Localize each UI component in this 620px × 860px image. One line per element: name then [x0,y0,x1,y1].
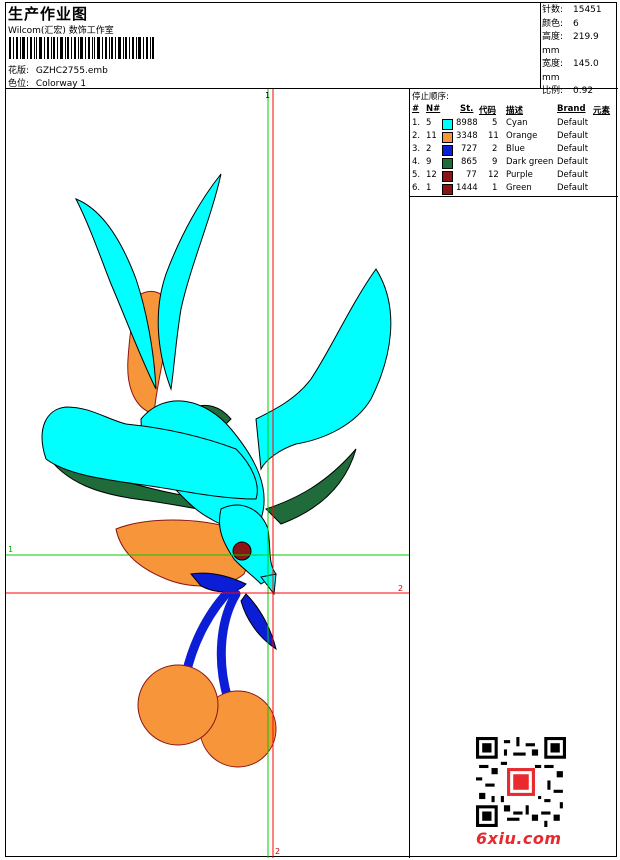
row-needle: 12 [426,170,437,180]
stitches-value: 15451 [573,5,602,15]
row-code: 12 [488,170,499,180]
guide-label-green-v: 1 [265,91,270,100]
col-desc: 描述 [506,106,524,116]
row-brand: Default [557,131,589,141]
col-brand: Brand [557,104,586,114]
row-index: 4. [412,157,421,167]
thread-legend: 停止顺序: # N# St. 代码 描述 Brand 元素 1. 5 8988 … [410,89,618,197]
row-needle: 9 [426,157,432,167]
row-needle: 2 [426,144,432,154]
row-brand: Default [557,157,589,167]
color-swatch [442,171,453,182]
stats-panel: 针数: 15451 颜色: 6 高度: 219.9 mm 宽度: 145.0 mm 比例… [541,3,618,96]
col-elem: 元素 [593,106,611,116]
guide-label-green-h: 1 [8,545,13,554]
row-index: 1. [412,118,421,128]
row-code: 11 [488,131,499,141]
height-label: 高度: [542,32,564,42]
row-desc: Purple [506,170,533,180]
page-title: 生产作业图 [8,5,89,23]
row-brand: Default [557,170,589,180]
legend-row: 6. 1 1444 1 Green Default [410,183,618,196]
row-index: 3. [412,144,421,154]
company-name: Wilcom(汇宏) 数饰工作室 [8,26,114,36]
row-code: 5 [492,118,498,128]
row-needle: 1 [426,183,432,193]
colorway-row: 色位: Colorway 1 [8,76,86,89]
design-preview: 1 1 2 2 [6,89,410,858]
legend-title: 停止顺序: [412,92,449,102]
legend-row: 2. 11 3348 11 Orange Default [410,131,618,144]
design-label: 花版: [8,66,30,76]
colorway-value: Colorway 1 [35,79,87,89]
colors-value: 6 [573,18,579,29]
swallow-cherry-embroidery: 1 1 2 2 [6,89,409,858]
colorway-label: 色位: [8,79,30,89]
row-stitches: 1444 [456,183,478,193]
row-needle: 5 [426,118,432,128]
row-index: 6. [412,183,421,193]
legend-row: 4. 9 865 9 Dark green Default [410,157,618,170]
row-desc: Orange [506,131,538,141]
legend-row: 1. 5 8988 5 Cyan Default [410,118,618,131]
row-index: 2. [412,131,421,141]
qr-code [476,737,566,827]
row-desc: Green [506,183,532,193]
width-label: 宽度: [542,59,564,69]
row-code: 1 [492,183,498,193]
col-st: St. [460,104,474,114]
legend-row: 3. 2 727 2 Blue Default [410,144,618,157]
row-stitches: 77 [466,170,477,180]
watermark-text: 6xiu.com [476,829,562,848]
row-stitches: 727 [461,144,478,154]
row-stitches: 3348 [456,131,478,141]
stitches-row: 针数: 15451 [542,4,618,18]
design-value: GZHC2755.emb [35,66,108,76]
row-desc: Cyan [506,118,528,128]
col-n: N# [426,104,441,114]
color-swatch [442,158,453,169]
design-row: 花版: GZHC2755.emb [8,63,108,76]
row-code: 9 [492,157,498,167]
row-brand: Default [557,118,589,128]
worksheet: 生产作业图 Wilcom(汇宏) 数饰工作室 花版: GZHC2755.emb … [5,2,618,858]
row-brand: Default [557,183,589,193]
row-needle: 11 [426,131,437,141]
row-stitches: 865 [461,157,478,167]
color-swatch [442,132,453,143]
stitches-label: 针数: [542,5,564,15]
guide-label-red-h: 2 [398,584,403,593]
row-desc: Blue [506,144,525,154]
row-desc: Dark green [506,157,554,167]
colors-row: 颜色: 6 [542,18,618,32]
width-row: 宽度: 145.0 mm [542,58,618,85]
color-swatch [442,145,453,156]
col-num: # [412,104,420,114]
row-stitches: 8988 [456,118,478,128]
color-swatch [442,119,453,130]
colors-label: 颜色: [542,18,564,29]
col-code: 代码 [479,106,497,116]
row-code: 2 [492,144,498,154]
row-index: 5. [412,170,421,180]
guide-label-red-v: 2 [275,847,280,856]
color-swatch [442,184,453,195]
height-row: 高度: 219.9 mm [542,31,618,58]
barcode [9,37,154,59]
header-panel: 生产作业图 Wilcom(汇宏) 数饰工作室 花版: GZHC2755.emb … [6,3,541,89]
legend-row: 5. 12 77 12 Purple Default [410,170,618,183]
row-brand: Default [557,144,589,154]
